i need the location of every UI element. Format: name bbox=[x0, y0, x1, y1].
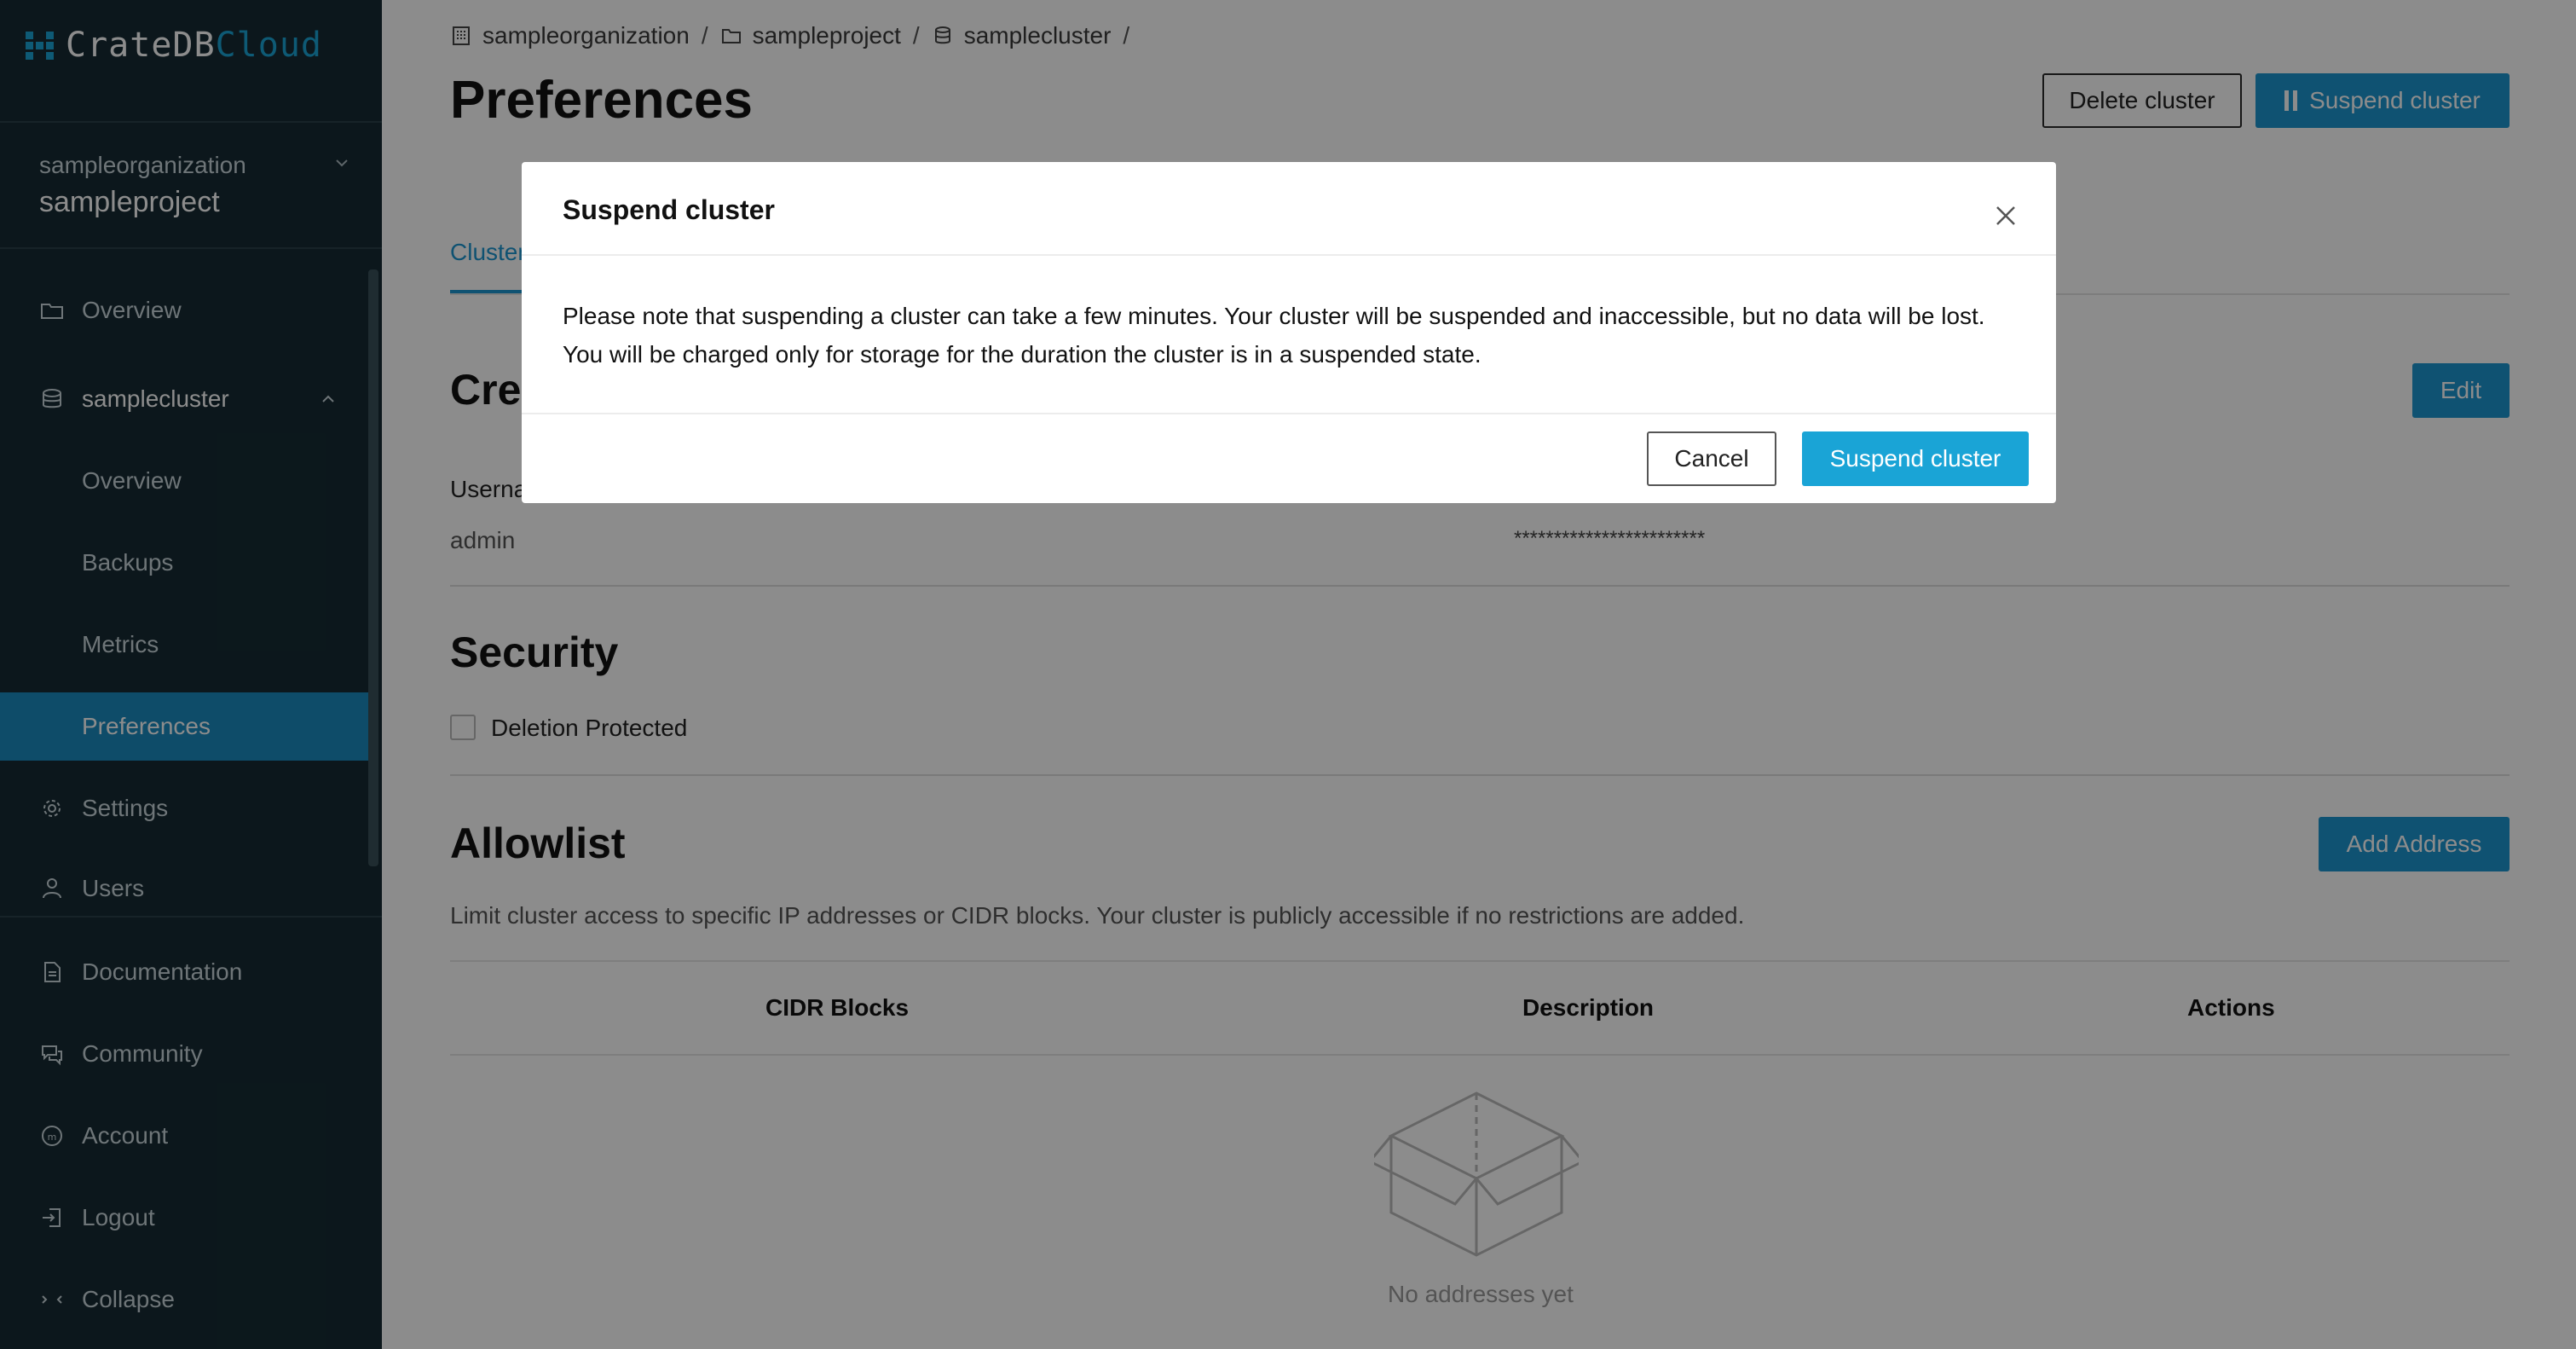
dialog-message: Please note that suspending a cluster ca… bbox=[563, 297, 2029, 373]
confirm-suspend-button[interactable]: Suspend cluster bbox=[1802, 431, 2029, 486]
dialog-footer-divider bbox=[522, 413, 2056, 414]
dialog-header-divider bbox=[522, 254, 2056, 256]
cancel-button[interactable]: Cancel bbox=[1647, 431, 1776, 486]
dialog-message-line-2: You will be charged only for storage for… bbox=[563, 341, 1481, 368]
dialog-title: Suspend cluster bbox=[563, 194, 775, 225]
dialog-message-line-1: Please note that suspending a cluster ca… bbox=[563, 303, 1985, 329]
suspend-cluster-dialog: Suspend cluster Please note that suspend… bbox=[522, 162, 2056, 503]
close-icon[interactable] bbox=[1993, 203, 2019, 229]
